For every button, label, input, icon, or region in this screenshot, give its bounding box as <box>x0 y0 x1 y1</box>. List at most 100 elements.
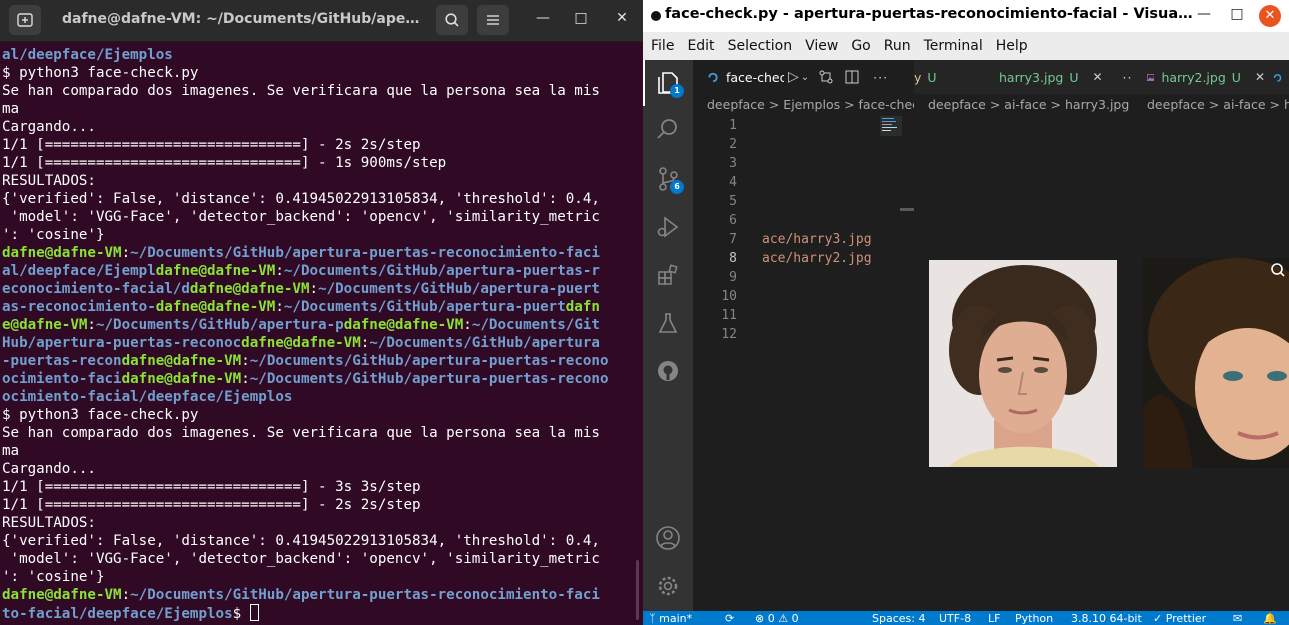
manage-button[interactable] <box>643 563 693 609</box>
terminal-text: ~/Documents/GitHub/apertura <box>369 335 600 351</box>
minimap[interactable] <box>880 116 902 146</box>
testing-button[interactable] <box>643 300 693 346</box>
more-actions-icon[interactable]: ··· <box>1123 70 1133 85</box>
terminal-text: 1/1 [==============================] - 2… <box>2 137 421 153</box>
activity-bar: 1 6 <box>643 60 693 611</box>
terminal-text: dafne@dafne-VM <box>155 263 276 279</box>
terminal-line: Se han comparado dos imagenes. Se verifi… <box>2 82 638 100</box>
open-changes-icon[interactable] <box>819 70 833 84</box>
breadcrumb[interactable]: deepface > Ejemplos > face-check.py <box>693 94 914 116</box>
code-line[interactable]: ace/harry3.jpg <box>762 232 872 247</box>
github-icon <box>658 361 678 381</box>
search-button[interactable] <box>436 5 468 35</box>
encoding-status[interactable]: UTF-8 <box>939 611 971 625</box>
zoom-icon[interactable] <box>1268 260 1286 278</box>
maximize-icon[interactable]: □ <box>571 10 591 26</box>
close-tab-icon[interactable]: ✕ <box>1092 70 1102 84</box>
minimize-icon[interactable]: — <box>1195 6 1213 22</box>
split-editor-icon[interactable] <box>845 70 859 84</box>
chevron-down-icon[interactable]: ⌄ <box>801 72 809 83</box>
new-tab-icon <box>17 13 33 27</box>
terminal-line: $ python3 face-check.py <box>2 64 638 82</box>
run-file-icon[interactable]: ▷ <box>788 69 799 85</box>
breadcrumb[interactable]: deepface > ai-face > harry3.jpg <box>914 94 1133 116</box>
notifications-icon[interactable]: 🔔 <box>1263 611 1277 625</box>
terminal-line: 1/1 [==============================] - 1… <box>2 154 638 172</box>
terminal-scrollbar[interactable] <box>636 560 639 620</box>
language-status[interactable]: Python <box>1015 611 1053 625</box>
line-number: 12 <box>721 327 737 342</box>
menu-view[interactable]: View <box>805 38 838 54</box>
feedback-icon[interactable]: ✉ <box>1233 611 1242 625</box>
terminal-text: dafne@dafne-VM <box>121 353 242 369</box>
terminal-text: Se han comparado dos imagenes. Se verifi… <box>2 83 600 99</box>
hamburger-menu-button[interactable] <box>477 5 509 35</box>
interpreter-status[interactable]: 3.8.10 64-bit <box>1071 611 1142 625</box>
maximize-icon[interactable]: □ <box>1228 6 1246 22</box>
active-indicator <box>643 60 645 106</box>
new-tab-button[interactable] <box>9 5 41 35</box>
terminal-line: al/deepface/Ejempldafne@dafne-VM:~/Docum… <box>2 262 638 280</box>
menu-edit[interactable]: Edit <box>687 38 714 54</box>
editor-group-image-1: y U harry3.jpg U ✕ ··· deepface > ai-fac… <box>914 60 1133 611</box>
terminal-text: : <box>275 263 284 279</box>
menu-run[interactable]: Run <box>884 38 911 54</box>
menu-terminal[interactable]: Terminal <box>924 38 983 54</box>
terminal-text: ': 'cosine'} <box>2 227 105 243</box>
breadcrumb[interactable]: deepface > ai-face > harry2.jpg <box>1133 94 1289 116</box>
tab-harry2[interactable]: harry2.jpg U ✕ <box>1133 60 1265 94</box>
terminal-line: 'model': 'VGG-Face', 'detector_backend':… <box>2 550 638 568</box>
terminal-text: : <box>275 299 284 315</box>
branch-status[interactable]: ᛉ main* <box>649 611 692 625</box>
terminal-text: dafne@dafne-VM <box>121 371 242 387</box>
problems-status[interactable]: ⊗ 0 ⚠ 0 <box>755 611 799 625</box>
terminal-text: al/deepface/Ejempl <box>2 263 156 279</box>
terminal-line: Hub/apertura-puertas-reconocdafne@dafne-… <box>2 334 638 352</box>
code-line[interactable]: ace/harry2.jpg <box>762 251 872 266</box>
terminal-text: ma <box>2 443 20 459</box>
menu-go[interactable]: Go <box>851 38 870 54</box>
run-debug-button[interactable] <box>643 204 693 250</box>
terminal-output[interactable]: al/deepface/Ejemplos $ python3 face-check… <box>2 46 638 622</box>
search-view-button[interactable] <box>643 106 693 152</box>
tab-face-check[interactable]: face-check.py ▷ ⌄ ··· <box>693 60 914 94</box>
terminal-text: -puertas-recon <box>2 353 122 369</box>
line-number: 9 <box>729 270 737 285</box>
untracked-status: U <box>927 69 937 85</box>
tab-harry3[interactable]: harry3.jpg U ✕ ··· <box>962 60 1133 94</box>
github-button[interactable] <box>643 348 693 394</box>
source-control-button[interactable]: 6 <box>643 156 693 202</box>
tab-next[interactable] <box>1273 60 1289 94</box>
close-icon[interactable]: ✕ <box>612 10 632 26</box>
terminal-text: al/deepface/Ejemplos <box>2 47 173 63</box>
menu-file[interactable]: File <box>651 38 674 54</box>
sync-icon[interactable]: ⟳ <box>725 611 734 625</box>
terminal-text: 'model': 'VGG-Face', 'detector_backend':… <box>2 209 600 225</box>
terminal-text: 'model': 'VGG-Face', 'detector_backend':… <box>2 551 600 567</box>
more-actions-icon[interactable]: ··· <box>873 70 888 85</box>
terminal-line: 'model': 'VGG-Face', 'detector_backend':… <box>2 208 638 226</box>
terminal-line: ocimiento-facial/deepface/Ejemplos <box>2 388 638 406</box>
tab-previous[interactable]: y U <box>914 60 962 94</box>
explorer-button[interactable]: 1 <box>643 60 693 106</box>
prettier-status[interactable]: ✓ Prettier <box>1153 611 1206 625</box>
terminal-text: $ python3 face-check.py <box>2 407 199 423</box>
terminal-text: : <box>309 281 319 297</box>
accounts-button[interactable] <box>643 515 693 561</box>
minimize-icon[interactable]: — <box>533 10 553 26</box>
terminal-text: 1/1 [==============================] - 3… <box>2 479 421 495</box>
git-branch-icon: ᛉ <box>649 612 656 625</box>
close-icon[interactable]: ✕ <box>1259 5 1281 27</box>
menu-help[interactable]: Help <box>996 38 1028 54</box>
line-number: 7 <box>729 232 737 247</box>
terminal-line: ma <box>2 100 638 118</box>
close-tab-icon[interactable]: ✕ <box>1255 70 1265 84</box>
eol-status[interactable]: LF <box>988 611 1000 625</box>
terminal-text: dafne@dafne-VM <box>343 317 464 333</box>
extensions-button[interactable] <box>643 252 693 298</box>
horizontal-scrollbar[interactable] <box>900 208 914 211</box>
tab-bar: harry2.jpg U ✕ <box>1133 60 1289 94</box>
indentation-status[interactable]: Spaces: 4 <box>872 611 925 625</box>
line-number: 10 <box>721 289 737 304</box>
menu-selection[interactable]: Selection <box>728 38 793 54</box>
